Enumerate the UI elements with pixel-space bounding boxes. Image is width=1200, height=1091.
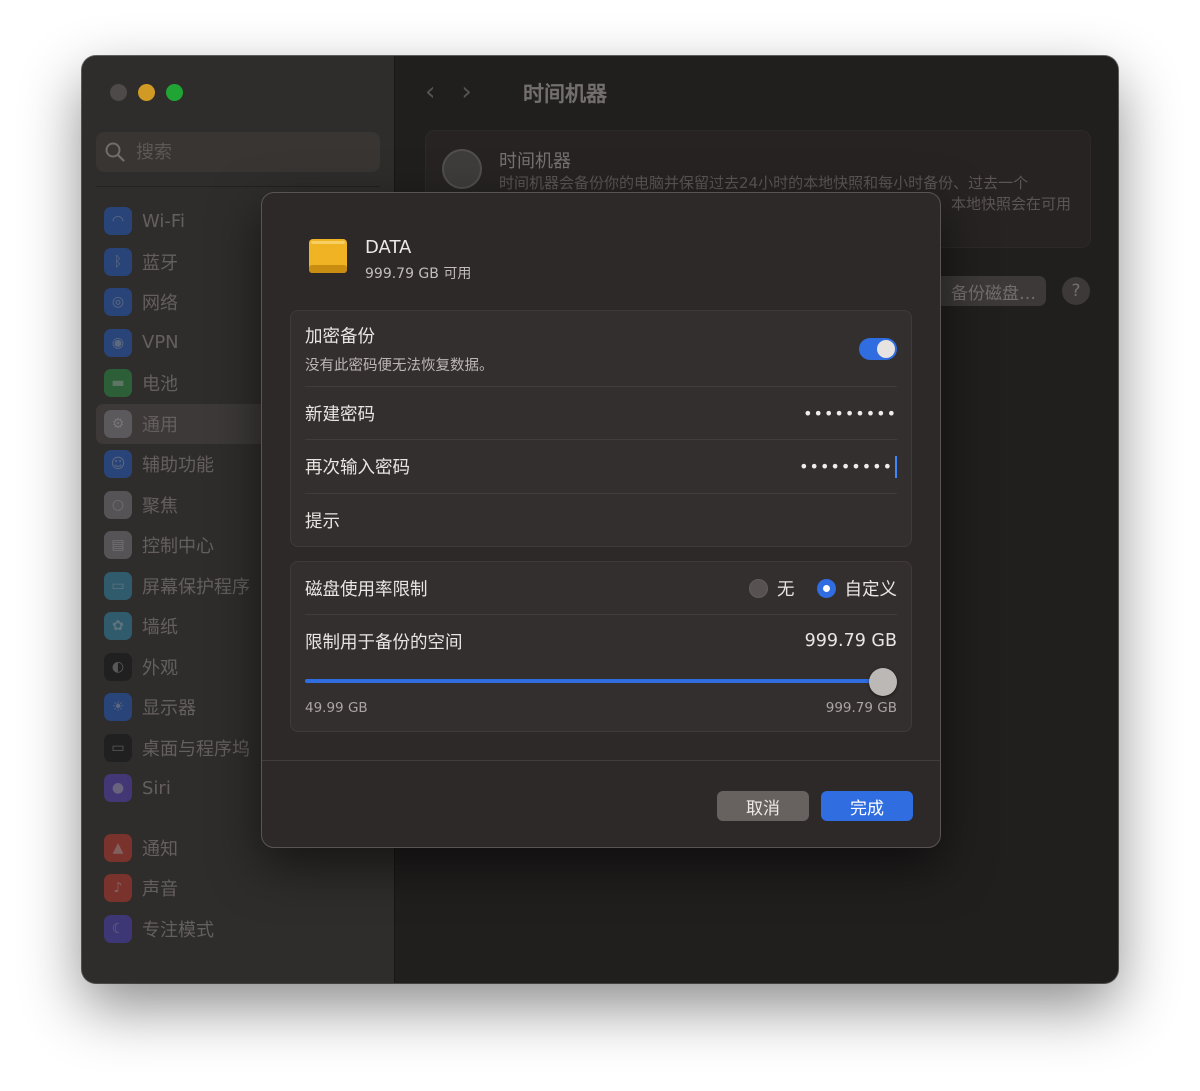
text-cursor [895,455,897,478]
done-button[interactable]: 完成 [821,791,913,821]
confirm-password-field[interactable]: ••••••••• [799,455,897,478]
encrypt-description: 没有此密码便无法恢复数据。 [305,358,494,374]
new-password-row: 新建密码 ••••••••• [305,387,897,439]
radio-none-label: 无 [777,579,795,600]
confirm-password-row: 再次输入密码 ••••••••• [305,440,897,493]
encrypt-row: 加密备份 没有此密码便无法恢复数据。 [305,323,897,375]
space-limit-value: 999.79 GB [804,631,897,651]
slider-thumb[interactable] [869,668,897,696]
radio-none[interactable]: 无 [749,576,795,601]
radio-custom[interactable]: 自定义 [816,576,898,601]
disk-free-space: 999.79 GB 可用 [365,266,472,282]
hint-row[interactable]: 提示 [305,494,897,547]
space-limit-slider[interactable] [305,668,897,696]
encryption-group: 加密备份 没有此密码便无法恢复数据。 新建密码 ••••••••• 再次输入密码… [290,310,912,547]
footer-divider [262,760,940,761]
disk-limit-label: 磁盘使用率限制 [305,579,428,600]
new-password-value: ••••••••• [803,403,897,423]
disk-options-sheet: DATA 999.79 GB 可用 加密备份 没有此密码便无法恢复数据。 新建密… [261,192,941,848]
disk-limit-options: 无 自定义 [735,576,897,601]
disk-name: DATA [365,237,412,258]
new-password-field[interactable]: ••••••••• [803,404,897,423]
radio-button-off [749,578,768,598]
disk-usage-group: 磁盘使用率限制 无 自定义 限制用于备份的空间 999.79 GB 49.99 … [290,561,912,732]
new-password-label: 新建密码 [305,404,375,425]
encrypt-text: 加密备份 没有此密码便无法恢复数据。 [305,323,494,375]
encrypt-toggle[interactable] [859,338,897,360]
disk-limit-row: 磁盘使用率限制 无 自定义 [305,562,897,614]
encrypt-label: 加密备份 [305,327,375,347]
radio-button-on [816,578,836,598]
toggle-knob [877,340,895,358]
cancel-button[interactable]: 取消 [717,791,809,821]
slider-min-label: 49.99 GB [305,700,368,716]
slider-fill [305,679,883,683]
slider-max-label: 999.79 GB [825,700,897,716]
radio-custom-label: 自定义 [844,579,898,600]
confirm-password-label: 再次输入密码 [305,458,410,478]
hint-label: 提示 [305,512,340,532]
confirm-password-value: ••••••••• [799,457,893,476]
slider-range-labels: 49.99 GB 999.79 GB [305,700,897,716]
external-disk-icon [309,239,347,273]
space-limit-row: 限制用于备份的空间 999.79 GB [305,615,897,667]
space-limit-label: 限制用于备份的空间 [305,632,463,653]
